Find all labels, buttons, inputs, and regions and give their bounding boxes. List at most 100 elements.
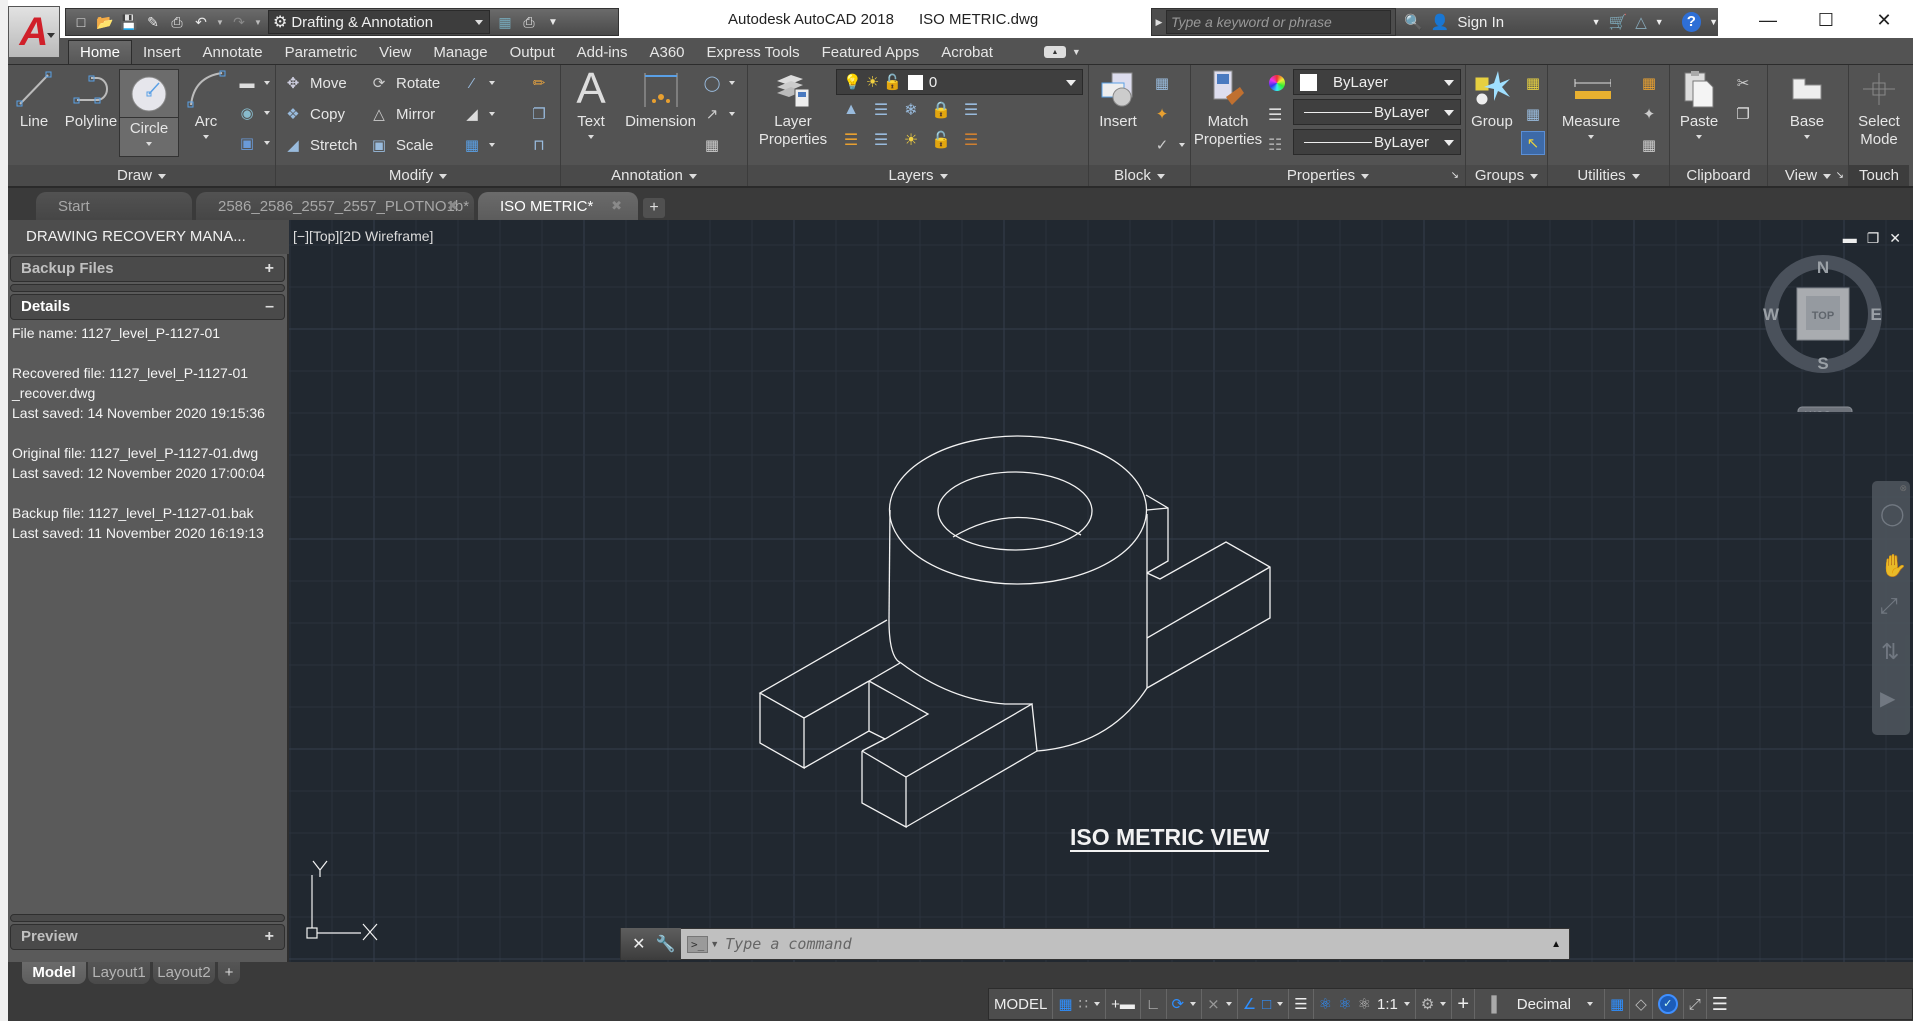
redo-icon[interactable]: ↷	[230, 13, 248, 31]
chevron-down-icon[interactable]	[1190, 1002, 1197, 1006]
units-dropdown[interactable]: ▐ Decimal	[1475, 989, 1606, 1019]
collapse-icon[interactable]: –	[265, 295, 274, 319]
customize-qat-icon[interactable]: ▼	[544, 13, 562, 31]
chevron-down-icon[interactable]	[1277, 1002, 1284, 1006]
viewcube-face-top[interactable]: TOP	[1812, 310, 1834, 322]
command-close-icon[interactable]: ✕	[632, 934, 645, 954]
layer-off-icon[interactable]: ▲	[840, 99, 862, 121]
details-section[interactable]: Details –	[10, 294, 285, 320]
properties-panel-label[interactable]: Properties ↘	[1191, 165, 1465, 187]
group-button[interactable]: Group	[1470, 67, 1514, 131]
steering-wheel-icon[interactable]: ◯	[1880, 501, 1905, 527]
lineweight-toggle[interactable]: ☰	[1289, 989, 1314, 1019]
save-as-icon[interactable]: ✎	[144, 13, 162, 31]
annotation-scale-value[interactable]: 1:1	[1377, 996, 1398, 1013]
stretch-button[interactable]: ◢ Stretch	[282, 133, 357, 157]
compass-n[interactable]: N	[1817, 258, 1829, 277]
maximize-button[interactable]: ☐	[1797, 0, 1855, 40]
viewport-minimize-icon[interactable]: ▬	[1843, 230, 1857, 247]
select-mode-button[interactable]: Select Mode	[1853, 67, 1905, 149]
layer-merge-icon[interactable]: ☰	[960, 129, 982, 151]
zoom-extents-icon[interactable]: ⤢	[1880, 593, 1898, 619]
groups-panel-label[interactable]: Groups	[1466, 165, 1547, 187]
dimension-button[interactable]: Dimension	[623, 67, 698, 131]
publish-icon[interactable]: ⎙	[520, 13, 538, 31]
binoculars-icon[interactable]: 🔍	[1404, 13, 1423, 31]
plot-icon[interactable]: ⎙	[168, 13, 186, 31]
copy-clip-button[interactable]: ❐	[1732, 102, 1754, 126]
tab-acrobat[interactable]: Acrobat	[930, 40, 1004, 64]
explode-button[interactable]: ❐	[528, 102, 550, 126]
erase-button[interactable]: ✏	[528, 71, 550, 95]
cut-button[interactable]: ✂	[1732, 71, 1754, 95]
preview-section[interactable]: Preview +	[10, 924, 285, 950]
showmotion-icon[interactable]: ▶	[1880, 686, 1895, 711]
tab-add-ins[interactable]: Add-ins	[566, 40, 639, 64]
clean-screen-toggle[interactable]: ⤢	[1684, 989, 1707, 1019]
help-icon[interactable]: ?	[1681, 12, 1702, 32]
ribbon-options-icon[interactable]: ▼	[1072, 47, 1081, 57]
draw-panel-label[interactable]: Draw	[8, 165, 275, 187]
backup-files-section[interactable]: Backup Files +	[10, 256, 285, 282]
new-icon[interactable]: □	[72, 13, 90, 31]
block-panel-label[interactable]: Block	[1089, 165, 1190, 187]
ucs-menu[interactable]: WCS	[1805, 410, 1831, 412]
tab-express-tools[interactable]: Express Tools	[696, 40, 811, 64]
tab-featured-apps[interactable]: Featured Apps	[811, 40, 931, 64]
dialog-launcher-icon[interactable]: ↘	[1836, 165, 1844, 187]
cart-icon[interactable]: 🛒	[1609, 13, 1628, 31]
expand-icon[interactable]: +	[265, 257, 274, 281]
viewport-restore-icon[interactable]: ❐	[1867, 230, 1880, 247]
multileader-button[interactable]: ↗	[701, 102, 735, 126]
match-properties-button[interactable]: Match Properties	[1193, 67, 1263, 149]
a360-dropdown-icon[interactable]: ▼	[1655, 17, 1664, 27]
close-tab-icon[interactable]: ✖	[447, 198, 458, 214]
polar-toggle[interactable]: ⟳	[1167, 989, 1203, 1019]
table-button[interactable]: ▦	[701, 133, 723, 157]
undo-icon[interactable]: ↶	[192, 13, 210, 31]
annotation-visibility-icon[interactable]: ⚛	[1319, 995, 1332, 1013]
compass-s[interactable]: S	[1817, 354, 1828, 373]
orbit-icon[interactable]: ⇅	[1881, 639, 1899, 665]
fillet-button[interactable]: ◢	[461, 102, 495, 126]
palette-title[interactable]: DRAWING RECOVERY MANA...	[8, 220, 289, 254]
object-snap-icon[interactable]: □	[1262, 996, 1271, 1013]
layer-isolate-icon[interactable]: ☰	[870, 99, 892, 121]
close-button[interactable]: ✕	[1855, 0, 1913, 40]
quick-properties-toggle[interactable]: ▦	[1605, 989, 1631, 1019]
scale-button[interactable]: ▣ Scale	[368, 133, 434, 157]
workspace-switch[interactable]: ⚙	[1416, 989, 1453, 1019]
ortho-toggle[interactable]: ∟	[1141, 989, 1167, 1019]
command-input[interactable]	[719, 930, 1552, 958]
linetype-dropdown[interactable]: ByLayer	[1293, 99, 1461, 125]
hardware-acceleration-toggle[interactable]: ✓	[1653, 989, 1684, 1019]
grid-toggle[interactable]: ▦ ∷	[1053, 989, 1107, 1019]
snap-icon[interactable]: ∷	[1079, 995, 1089, 1013]
rotate-button[interactable]: ⟳ Rotate	[368, 71, 441, 95]
base-view-button[interactable]: Base	[1784, 67, 1830, 139]
tab-output[interactable]: Output	[499, 40, 566, 64]
measure-button[interactable]: Measure	[1556, 67, 1626, 139]
text-button[interactable]: A Text	[571, 67, 611, 139]
tab-manage[interactable]: Manage	[422, 40, 498, 64]
doc-tab-start[interactable]: Start	[36, 192, 192, 220]
compass-w[interactable]: W	[1763, 305, 1780, 324]
help-dropdown-icon[interactable]: ▼	[1709, 17, 1718, 27]
hatch-button[interactable]: ◉	[236, 101, 270, 125]
recent-commands-dropdown-icon[interactable]: ▼	[710, 939, 719, 949]
compass-e[interactable]: E	[1870, 305, 1881, 324]
utilities-panel-label[interactable]: Utilities	[1548, 165, 1669, 187]
minimize-button[interactable]: —	[1739, 0, 1797, 40]
share-icon[interactable]: ▦	[496, 13, 514, 31]
redo-dropdown-icon[interactable]: ▼	[254, 18, 262, 27]
undo-dropdown-icon[interactable]: ▼	[216, 18, 224, 27]
tab-view[interactable]: View	[368, 40, 422, 64]
add-layout-button[interactable]: +	[218, 962, 240, 984]
doc-tab-iso-metric[interactable]: ISO METRIC* ✖	[478, 192, 638, 220]
wrench-icon[interactable]: 🔧	[656, 934, 676, 954]
object-snap-tracking-toggle[interactable]: ∠ □	[1238, 989, 1290, 1019]
save-icon[interactable]: 💾	[120, 13, 138, 31]
trim-button[interactable]: ⁄	[461, 71, 495, 95]
rectangle-button[interactable]: ▬	[236, 71, 270, 95]
chevron-down-icon[interactable]	[1440, 1002, 1447, 1006]
